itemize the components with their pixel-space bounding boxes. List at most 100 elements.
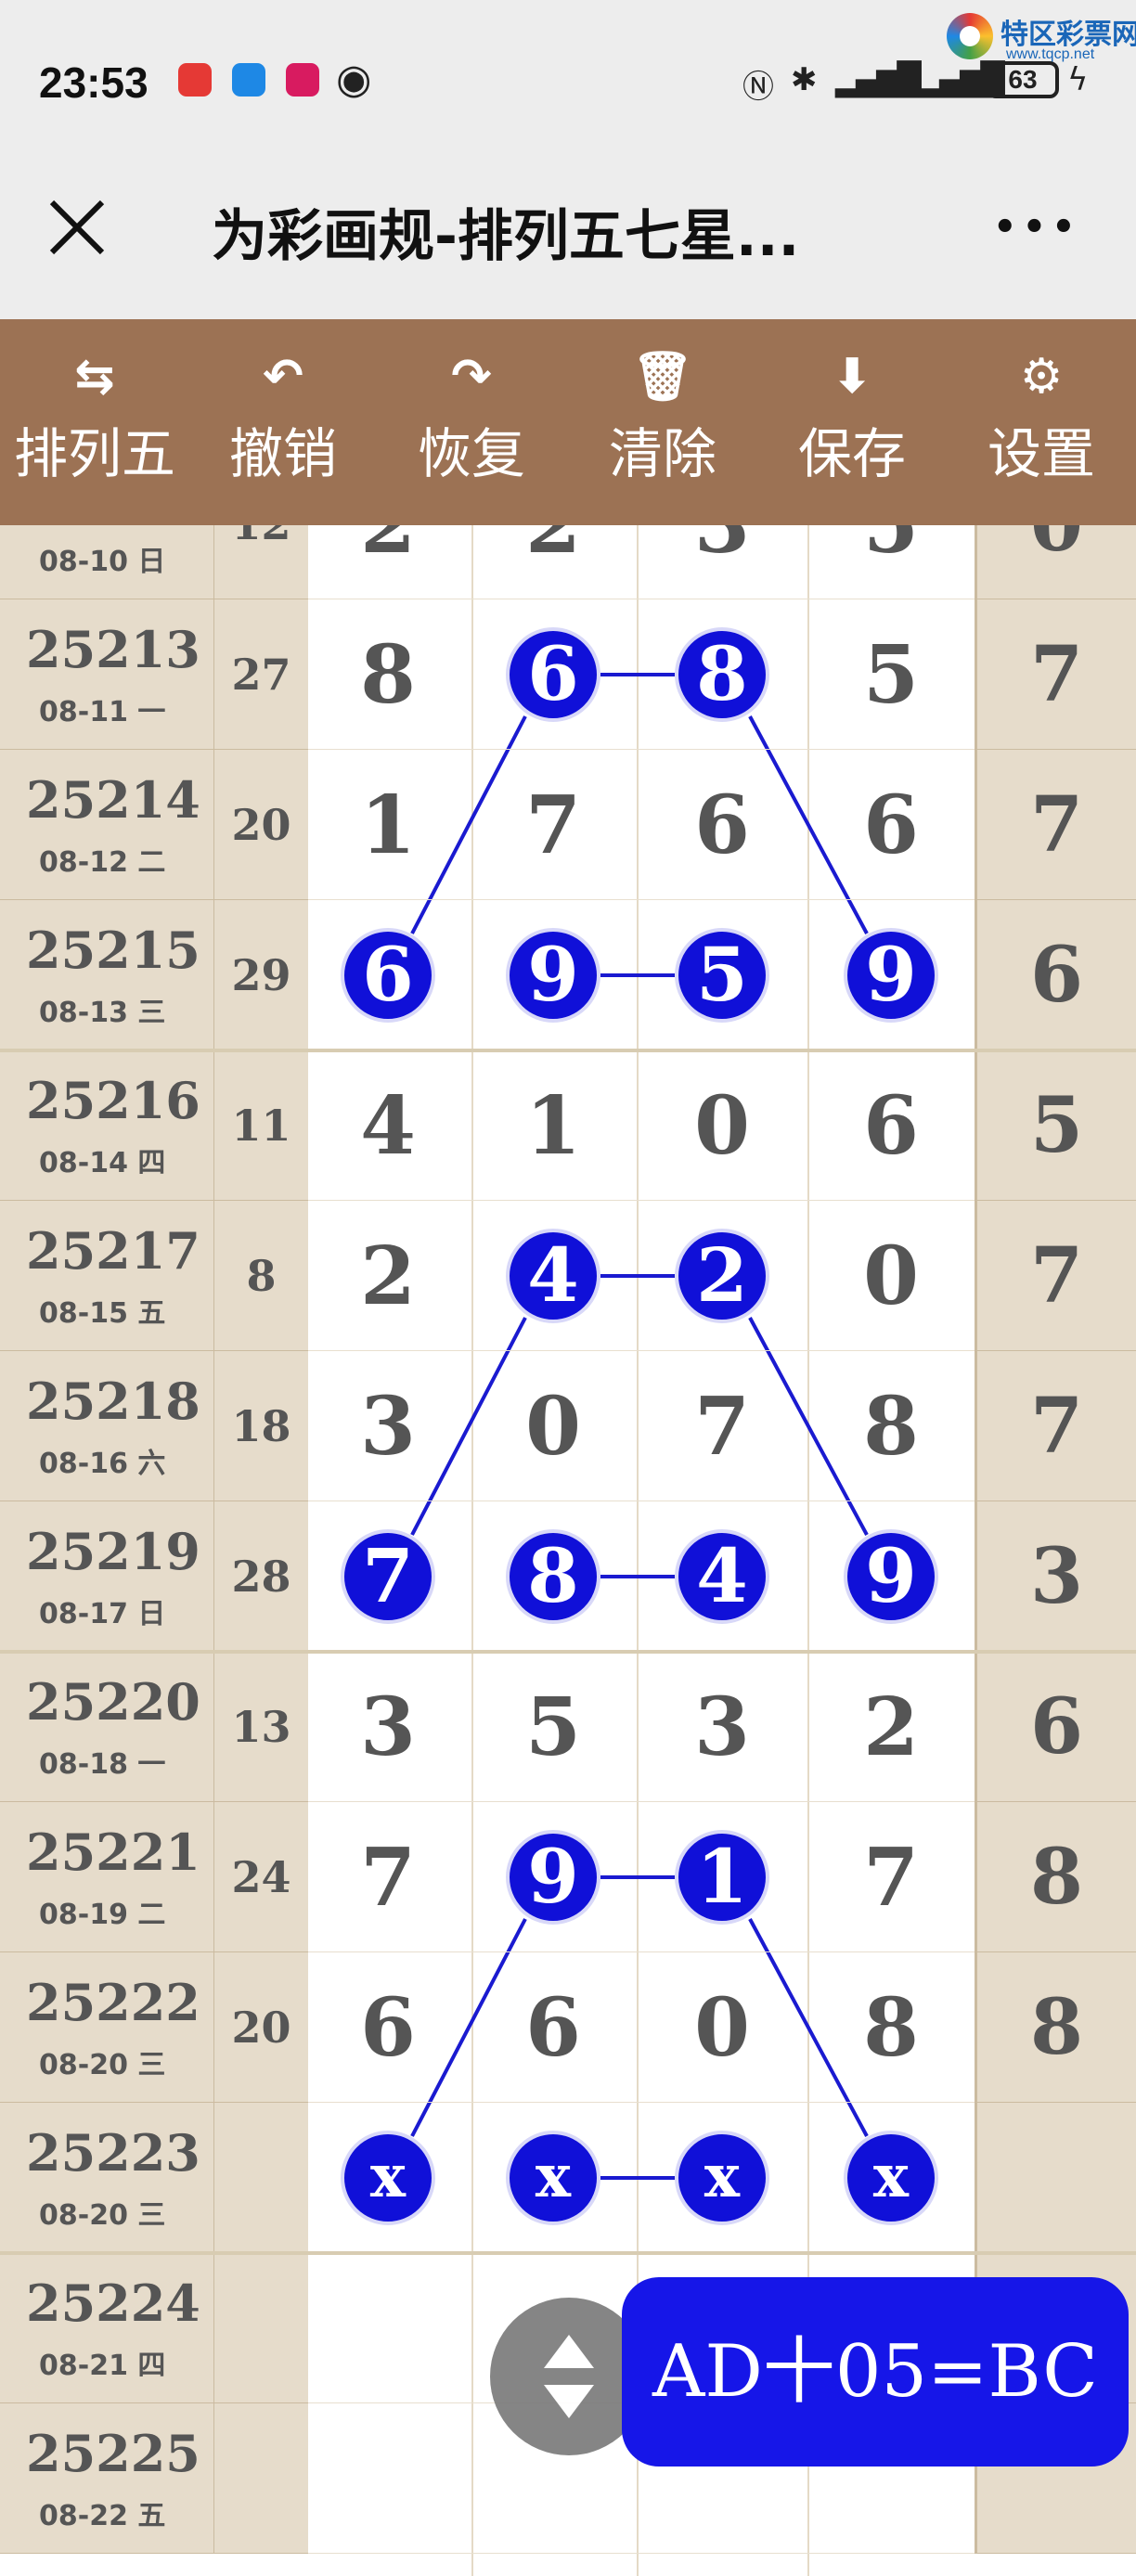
highlighted-digit-ball[interactable]: 4 <box>675 1529 769 1624</box>
digit-cell[interactable] <box>342 2424 434 2535</box>
issue-number: 25216 <box>26 1071 200 1130</box>
digit-cell[interactable]: 2 <box>342 1221 434 1333</box>
digit-cell[interactable]: 0 <box>507 1372 600 1483</box>
highlighted-digit-ball[interactable]: 4 <box>506 1229 600 1323</box>
digit-cell[interactable]: 2 <box>342 525 434 581</box>
digit-cell[interactable]: 5 <box>507 1672 600 1784</box>
redo-icon: ↷ <box>451 349 492 405</box>
digit-cell[interactable]: 6 <box>676 770 768 882</box>
digit-cell[interactable]: 5 <box>845 620 937 731</box>
digit-cell[interactable]: 8 <box>342 620 434 731</box>
close-icon[interactable] <box>45 195 110 260</box>
issue-number: 25220 <box>26 1672 200 1732</box>
download-icon: ⬇ <box>832 349 872 405</box>
toolbar-button-label: 保存 <box>797 422 906 485</box>
digit-cell[interactable]: 7 <box>676 1372 768 1483</box>
highlighted-digit-ball[interactable]: 9 <box>844 928 938 1023</box>
highlighted-digit-ball[interactable]: x <box>506 2131 600 2225</box>
issue-date: 08-22 五 <box>39 2500 166 2532</box>
issue-date: 08-20 三 <box>39 2199 166 2232</box>
digit-cell[interactable]: 8 <box>845 1973 937 2084</box>
sum-cell: 27 <box>213 599 308 750</box>
toolbar-button-save[interactable]: ⬇ 保存 <box>759 319 945 525</box>
digit-cell[interactable]: 6 <box>845 770 937 882</box>
digit-cell[interactable]: 0 <box>676 1973 768 2084</box>
highlighted-digit-ball[interactable]: 1 <box>675 1830 769 1925</box>
issue-number: 25213 <box>26 620 200 679</box>
eye-icon: ◉ <box>336 56 372 103</box>
issue-number: 25222 <box>26 1973 200 2032</box>
toolbar-button-switch[interactable]: ⇆ 排列五 <box>2 319 187 525</box>
grid-row-line <box>308 1350 975 1351</box>
sum-cell: 29 <box>213 900 308 1050</box>
issue-cell: 25213 08-11 一 <box>0 599 213 750</box>
digit-cell[interactable]: 6 <box>342 1973 434 2084</box>
digit-cell[interactable]: 1 <box>507 1071 600 1182</box>
issue-number: 25221 <box>26 1823 200 1882</box>
digit-cell[interactable] <box>342 2273 434 2385</box>
lottery-drawing-grid[interactable]: 2521208-10 日12022352521308-11 一277868525… <box>0 525 1136 2576</box>
toolbar-button-label: 排列五 <box>13 422 175 485</box>
digit-cell[interactable]: 3 <box>676 1672 768 1784</box>
highlighted-digit-ball[interactable]: 2 <box>675 1229 769 1323</box>
issue-date: 08-15 五 <box>39 1297 166 1330</box>
digit-cell[interactable]: 0 <box>676 1071 768 1182</box>
issue-number: 25225 <box>26 2424 200 2483</box>
grid-row-line <box>308 1801 975 1802</box>
highlighted-digit-ball[interactable]: 7 <box>341 1529 435 1624</box>
battery-icon: 63 <box>987 61 1059 98</box>
digit-cell[interactable]: 0 <box>845 1221 937 1333</box>
highlighted-digit-ball[interactable]: 9 <box>506 928 600 1023</box>
highlighted-digit-ball[interactable]: x <box>844 2131 938 2225</box>
issue-cell: 25214 08-12 二 <box>0 750 213 900</box>
highlighted-digit-ball[interactable]: 9 <box>506 1830 600 1925</box>
highlighted-digit-ball[interactable]: 6 <box>506 627 600 722</box>
status-time: 23:53 <box>39 58 148 107</box>
issue-number: 25214 <box>26 770 200 830</box>
toolbar-button-clear[interactable]: 🗑 清除 <box>570 319 755 525</box>
issue-cell: 25219 08-17 日 <box>0 1501 213 1652</box>
digit-cell[interactable]: 5 <box>845 525 937 581</box>
issue-cell: 25224 08-21 四 <box>0 2253 213 2403</box>
digit-cell[interactable]: 2 <box>507 525 600 581</box>
highlighted-digit-ball[interactable]: 8 <box>506 1529 600 1624</box>
digit-cell[interactable]: 2 <box>845 1672 937 1784</box>
digit-cell[interactable]: 4 <box>342 1071 434 1182</box>
gear-icon: ⚙ <box>1019 349 1064 405</box>
digit-cell[interactable]: 1 <box>342 770 434 882</box>
heart-app-icon <box>286 63 319 97</box>
digit-cell[interactable]: 3 <box>342 1672 434 1784</box>
highlighted-digit-ball[interactable]: 9 <box>844 1529 938 1624</box>
highlighted-digit-ball[interactable]: 5 <box>675 928 769 1023</box>
digit-cell[interactable]: 3 <box>676 525 768 581</box>
highlighted-digit-ball[interactable]: x <box>341 2131 435 2225</box>
highlighted-digit-ball[interactable]: 6 <box>341 928 435 1023</box>
digit-cell[interactable]: 7 <box>507 770 600 882</box>
sum-cell: 18 <box>213 1351 308 1501</box>
digit-cell[interactable]: 3 <box>342 1372 434 1483</box>
group-separator <box>0 1049 1136 1052</box>
last-digit-cell: 0 <box>975 525 1136 599</box>
toolbar-button-undo[interactable]: ↶ 撤销 <box>190 319 376 525</box>
sum-cell: 20 <box>213 750 308 900</box>
issue-cell: 25221 08-19 二 <box>0 1802 213 1952</box>
toolbar-button-settings[interactable]: ⚙ 设置 <box>949 319 1134 525</box>
issue-number: 25224 <box>26 2273 200 2333</box>
sum-cell: 13 <box>213 1652 308 1802</box>
digit-cell[interactable]: 7 <box>342 1823 434 1934</box>
digit-cell[interactable]: 6 <box>845 1071 937 1182</box>
issue-cell: 25215 08-13 三 <box>0 900 213 1050</box>
digit-cell[interactable]: 7 <box>845 1823 937 1934</box>
digit-cell[interactable]: 8 <box>845 1372 937 1483</box>
issue-number: 25212 <box>26 525 200 529</box>
digit-cell[interactable]: 6 <box>507 1973 600 2084</box>
highlighted-digit-ball[interactable]: x <box>675 2131 769 2225</box>
issue-date: 08-18 一 <box>39 1748 166 1781</box>
formula-button[interactable]: AD十05=BC <box>622 2277 1129 2467</box>
grid-row-line <box>308 1951 975 1952</box>
issue-date: 08-13 三 <box>39 997 166 1029</box>
more-options-icon[interactable]: ••• <box>993 206 1081 249</box>
highlighted-digit-ball[interactable]: 8 <box>675 627 769 722</box>
toolbar-button-redo[interactable]: ↷ 恢复 <box>379 319 564 525</box>
grid-column-line <box>637 525 639 2576</box>
